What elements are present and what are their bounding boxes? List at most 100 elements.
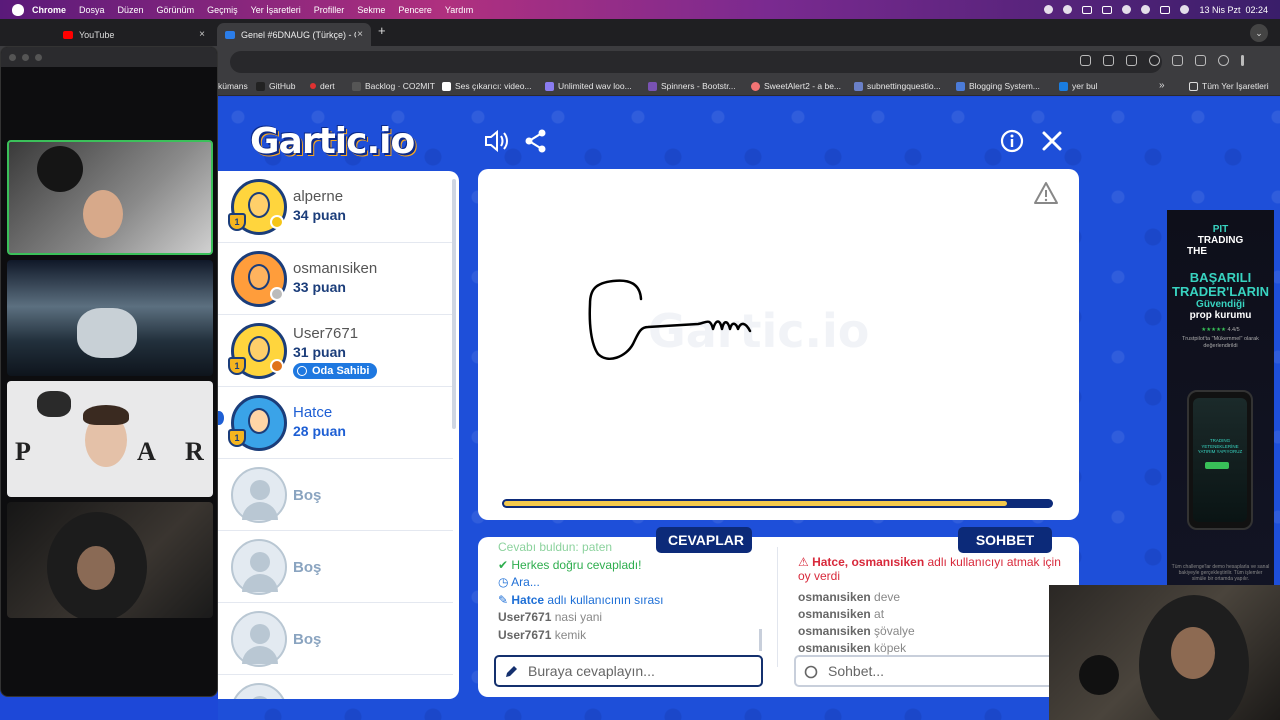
translate-icon[interactable] [1103,55,1114,66]
bookmark[interactable]: yer bul [1059,81,1098,91]
search-icon[interactable] [1141,5,1151,14]
chat-message: osmanısiken şövalye [798,624,915,638]
all-bookmarks[interactable]: Tüm Yer İşaretleri [1189,81,1269,91]
menu-pencere[interactable]: Pencere [398,5,432,15]
player-list: 1 alperne 34 puan osmanısiken 33 puan 1 … [218,171,459,699]
vpn-icon[interactable] [1063,5,1073,14]
bookmark[interactable]: Spinners - Bootstr... [648,81,736,91]
bookmark[interactable]: kümans [218,81,248,91]
folder-icon [1189,81,1198,91]
extension-icon[interactable] [1172,55,1183,66]
player-row[interactable]: osmanısiken 33 puan [218,243,453,315]
battery-icon[interactable] [1102,5,1113,14]
menu-gecmis[interactable]: Geçmiş [207,5,238,15]
empty-avatar-icon [231,467,287,523]
microphone-icon [37,146,83,192]
menu-app[interactable]: Chrome [32,5,66,15]
bookmark[interactable]: Blogging System... [956,81,1040,91]
participant-video[interactable] [7,140,213,255]
bookmark[interactable]: Backlog · CO2MIT [352,81,435,91]
chat-tab-label[interactable]: SOHBET [958,527,1052,553]
profile-avatar-icon[interactable] [1218,55,1229,66]
close-icon[interactable] [1039,128,1065,154]
address-bar[interactable] [230,51,1162,73]
participant-face [83,190,123,238]
answer-input[interactable]: Buraya cevaplayın... [494,655,763,687]
bookmark[interactable]: Ses çıkarıcı: video... [442,81,532,91]
menu-yer-isaretleri[interactable]: Yer İşaretleri [251,5,301,15]
report-warning-icon[interactable] [1033,181,1059,205]
trophy-icon: 1 [228,429,246,447]
advertisement-banner[interactable]: PIT TRADING THE BAŞARILI TRADER'LARIN Gü… [1167,210,1274,588]
siri-icon[interactable] [1180,5,1190,14]
chat-placeholder: Sohbet... [828,663,885,679]
empty-avatar-icon [231,683,287,699]
mute-site-icon[interactable] [1080,55,1091,66]
player-row-active[interactable]: 1 Hatce 28 puan [218,387,453,459]
wifi-icon[interactable] [1122,5,1132,14]
empty-slot [218,675,453,699]
trophy-icon: 1 [228,213,246,231]
menu-gorunum[interactable]: Görünüm [157,5,195,15]
star-bookmark-icon[interactable] [1149,55,1160,66]
puzzle-extensions-icon[interactable] [1195,55,1206,66]
window-titlebar[interactable] [1,47,217,67]
ad-trustpilot: Trustpilot'ta "Mükemmel" olarak değerlen… [1182,336,1259,349]
bookmark[interactable]: Unlimited wav loo... [545,81,632,91]
tab-search-chevron-icon[interactable]: ⌄ [1250,24,1268,42]
participant-video[interactable] [7,502,213,618]
new-tab-plus-icon[interactable]: + [378,23,386,38]
participant-video[interactable] [7,260,213,376]
install-app-icon[interactable] [1126,55,1137,66]
close-icon[interactable]: × [357,29,363,40]
apple-icon[interactable] [12,3,24,16]
answers-tab-label[interactable]: CEVAPLAR [656,527,752,553]
minimize-window-icon [22,53,29,61]
warning-icon: ⚠ [798,555,813,569]
answers-log: Cevabı buldun: paten ✔ Herkes doğru ceva… [498,540,664,644]
close-window-icon [9,53,16,61]
menubar-clock[interactable]: 13 Nis Pzt 02:24 [1199,5,1268,15]
menu-duzen[interactable]: Düzen [118,5,144,15]
tab-gartic[interactable]: Genel #6DNAUG (Türkçe) - G × [217,23,371,46]
video-call-window[interactable]: P A R [0,46,218,697]
close-icon[interactable]: × [199,29,205,40]
menu-dosya[interactable]: Dosya [79,5,105,15]
drawing-canvas[interactable]: Gartic.io [478,169,1079,520]
record-icon[interactable] [1044,5,1054,14]
menu-profiller[interactable]: Profiller [314,5,345,15]
info-icon[interactable] [999,128,1025,154]
gartic-logo[interactable]: Gartic.io [250,121,415,162]
player-score: 28 puan [293,423,346,439]
player-row[interactable]: 1 alperne 34 puan [218,171,453,243]
ad-phone-image: TRADING YETENEKLERİNE YATIRIM YAPIYORUZ [1187,390,1253,530]
tab-youtube[interactable]: YouTube × [55,23,213,46]
menu-sekme[interactable]: Sekme [357,5,385,15]
bookmarks-overflow-chevron-icon[interactable]: » [1159,80,1165,91]
player-list-scrollbar[interactable] [452,179,456,429]
chat-input[interactable]: Sohbet... [794,655,1056,687]
more-menu-icon[interactable] [1241,55,1244,66]
bookmark[interactable]: dert [310,81,335,91]
guess-message: User7671 kemik [498,627,587,642]
player-row[interactable]: 1 User7671 31 puan Oda Sahibi [218,315,453,387]
participant-video[interactable]: P A R [7,381,213,497]
sound-icon[interactable] [483,128,509,154]
screen-mirroring-icon[interactable] [1082,5,1093,14]
audio-icon [442,81,451,91]
turn-message: ✎ Hatce adlı kullanıcının sırası [498,592,664,607]
bookmark[interactable]: subnettingquestio... [854,81,941,91]
answer-placeholder: Buraya cevaplayın... [528,663,655,679]
share-icon[interactable] [523,128,549,154]
bookmark[interactable]: GitHub [256,81,295,91]
bookmark[interactable]: SweetAlert2 - a be... [751,81,841,91]
empty-avatar-icon [231,539,287,595]
backlog-icon [352,81,361,91]
answers-scrollbar[interactable] [759,629,762,651]
menu-yardim[interactable]: Yardım [445,5,473,15]
pencil-icon [506,666,517,677]
toolbar-icons [1080,55,1244,66]
youtube-favicon-icon [63,30,73,39]
menubar-status: 13 Nis Pzt 02:24 [1044,0,1268,19]
control-center-icon[interactable] [1160,5,1171,14]
